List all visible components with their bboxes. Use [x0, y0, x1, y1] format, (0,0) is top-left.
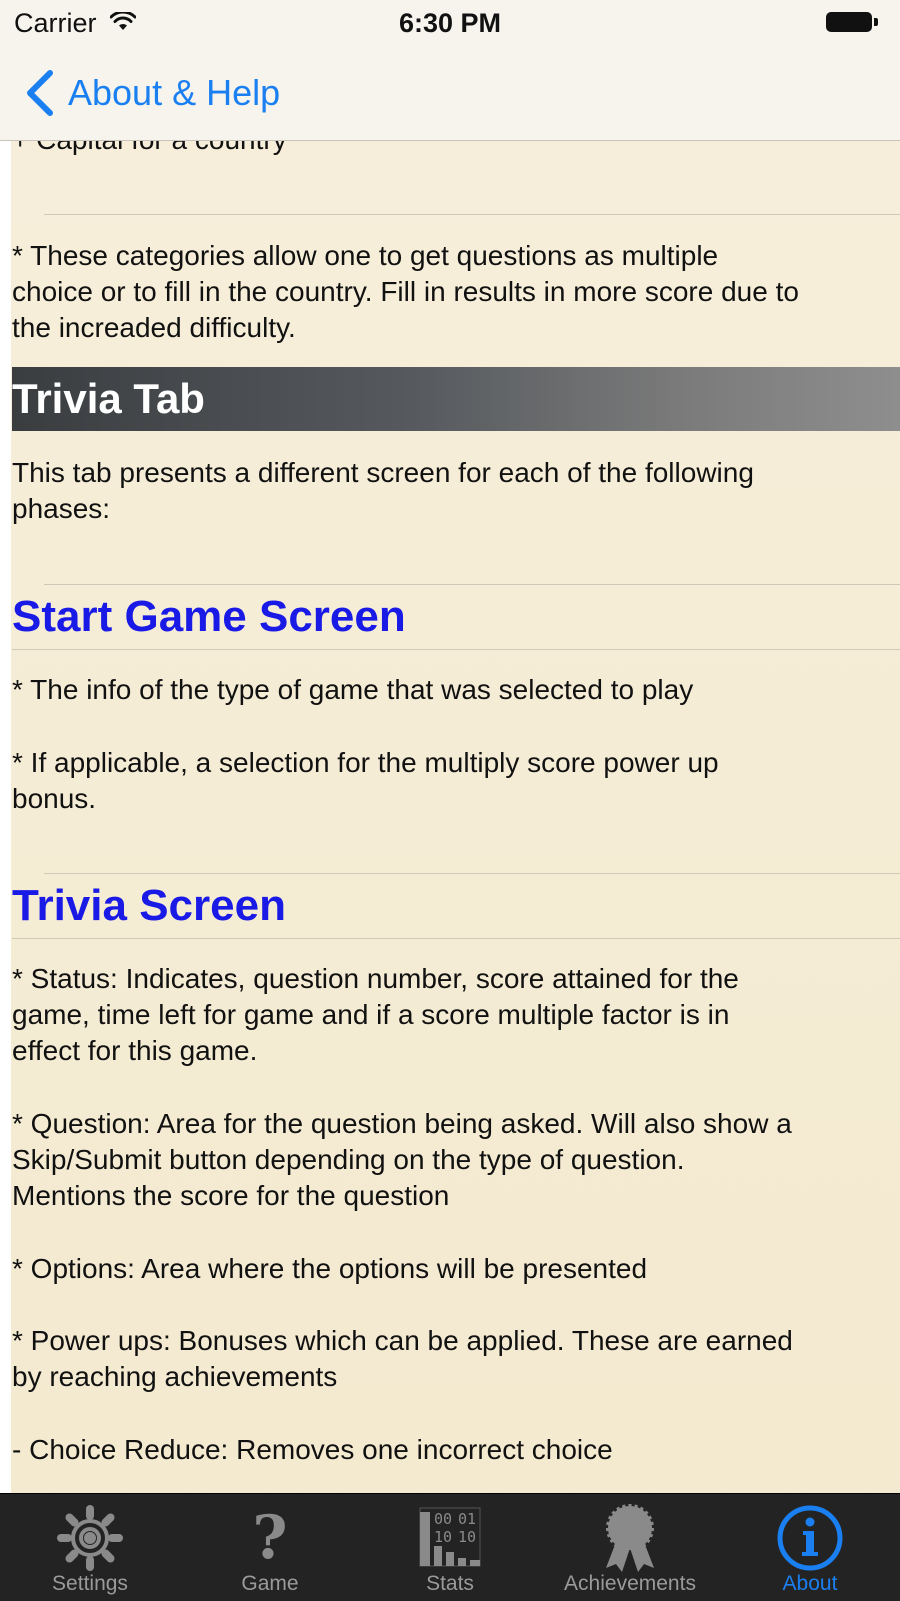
categories-note-line-3: the increaded difficulty. — [12, 312, 296, 343]
tab-stats-label: Stats — [426, 1572, 474, 1595]
svg-text:?: ? — [252, 1503, 287, 1573]
start-game-item-1: * The info of the type of game that was … — [12, 674, 694, 705]
trivia-tab-heading: Trivia Tab — [12, 375, 205, 422]
tab-achievements[interactable]: Achievements — [540, 1494, 720, 1601]
divider — [44, 584, 900, 585]
ribbon-icon — [606, 1504, 654, 1572]
navigation-bar: About & Help — [0, 46, 900, 141]
battery-tip — [874, 18, 878, 26]
back-button-label: About & Help — [68, 72, 281, 113]
divider — [44, 873, 900, 874]
question-item-line-3: Mentions the score for the question — [12, 1180, 450, 1211]
question-item-line-1: * Question: Area for the question being … — [12, 1108, 792, 1139]
svg-text:00: 00 — [434, 1510, 452, 1528]
battery-icon — [826, 12, 872, 32]
gear-icon — [57, 1505, 123, 1571]
tab-about[interactable]: About — [720, 1494, 900, 1601]
trivia-tab-intro-line-2: phases: — [12, 493, 111, 524]
divider — [44, 214, 900, 215]
divider — [12, 649, 900, 650]
status-bar: Carrier 6:30 PM — [0, 0, 900, 46]
tab-game[interactable]: ? Game — [180, 1494, 360, 1601]
start-game-item-2-line-2: bonus. — [12, 783, 97, 814]
start-game-heading: Start Game Screen — [12, 592, 406, 641]
tab-about-label: About — [782, 1572, 838, 1595]
tab-game-label: Game — [241, 1572, 299, 1595]
tab-settings-label: Settings — [52, 1572, 128, 1595]
start-game-item-2-line-1: * If applicable, a selection for the mul… — [12, 747, 719, 778]
powerups-item-line-1: * Power ups: Bonuses which can be applie… — [12, 1325, 793, 1356]
chevron-left-icon — [27, 70, 53, 116]
question-item-line-2: Skip/Submit button depending on the type… — [12, 1144, 685, 1175]
status-item-line-1: * Status: Indicates, question number, sc… — [12, 963, 739, 994]
divider — [12, 938, 900, 939]
tab-achievements-label: Achievements — [564, 1572, 696, 1595]
info-icon — [777, 1505, 843, 1571]
powerups-item-line-2: by reaching achievements — [12, 1361, 338, 1392]
svg-text:10: 10 — [458, 1528, 476, 1546]
status-time: 6:30 PM — [398, 8, 502, 38]
categories-note-line-2: choice or to fill in the country. Fill i… — [12, 276, 799, 307]
tab-settings[interactable]: Settings — [0, 1494, 180, 1601]
stats-icon: 00 01 10 10 — [419, 1507, 481, 1567]
choice-reduce-item: - Choice Reduce: Removes one incorrect c… — [12, 1434, 613, 1465]
left-edge-strip — [0, 0, 11, 1493]
status-item-line-3: effect for this game. — [12, 1035, 258, 1066]
categories-note-line-1: * These categories allow one to get ques… — [12, 240, 719, 271]
tab-stats[interactable]: 00 01 10 10 Stats — [360, 1494, 540, 1601]
svg-text:10: 10 — [434, 1528, 452, 1546]
about-help-scroll-view[interactable]: + Capital for a country * These categori… — [0, 0, 900, 1493]
options-item: * Options: Area where the options will b… — [12, 1253, 648, 1284]
status-item-line-2: game, time left for game and if a score … — [12, 999, 730, 1030]
section-header-trivia-tab: Trivia Tab — [12, 367, 900, 431]
tab-bar: Settings ? Game 00 01 10 10 Stats Achiev… — [0, 1493, 900, 1601]
svg-text:01: 01 — [458, 1510, 476, 1528]
trivia-screen-heading: Trivia Screen — [12, 881, 286, 930]
back-button[interactable]: About & Help — [24, 68, 280, 118]
trivia-tab-intro-line-1: This tab presents a different screen for… — [12, 457, 754, 488]
question-mark-icon: ? — [252, 1503, 287, 1573]
